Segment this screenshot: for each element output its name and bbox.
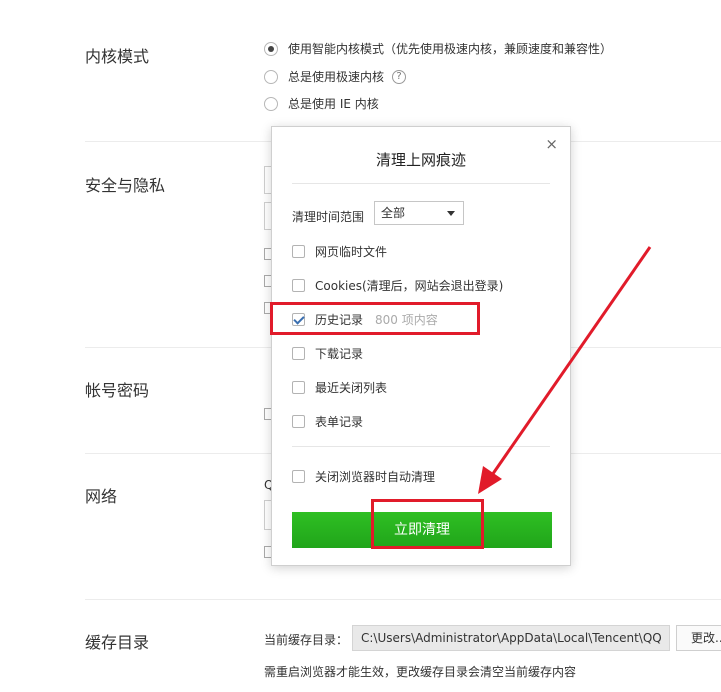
close-icon[interactable]: ×	[545, 135, 558, 153]
annotation-highlight-history	[270, 302, 480, 335]
option-auto-clean[interactable]: 关闭浏览器时自动清理	[292, 468, 435, 485]
radio-icon[interactable]	[264, 96, 278, 111]
checkbox-icon[interactable]	[292, 245, 305, 258]
cache-path-field[interactable]: C:\Users\Administrator\AppData\Local\Ten…	[352, 625, 670, 651]
section-network: 网络	[85, 487, 118, 506]
range-label: 清理时间范围	[292, 210, 365, 224]
kernel-option-label: 总是使用极速内核	[288, 70, 385, 84]
option-label: Cookies(清理后，网站会退出登录)	[315, 279, 504, 293]
section-security: 安全与隐私	[85, 176, 166, 195]
checkbox-icon[interactable]	[292, 415, 305, 428]
dialog-divider	[292, 446, 550, 447]
section-cache: 缓存目录	[85, 633, 150, 652]
kernel-option-smart[interactable]: 使用智能内核模式（优先使用极速内核，兼顾速度和兼容性）	[264, 40, 612, 57]
option-label: 下载记录	[315, 347, 364, 361]
caret-down-icon	[447, 211, 455, 216]
range-value: 全部	[381, 206, 406, 220]
option-label: 表单记录	[315, 415, 364, 429]
kernel-option-fast[interactable]: 总是使用极速内核 ?	[264, 68, 407, 85]
kernel-option-label: 总是使用 IE 内核	[288, 97, 379, 111]
option-label: 最近关闭列表	[315, 381, 388, 395]
change-cache-button[interactable]: 更改...	[676, 625, 721, 651]
checkbox-icon[interactable]	[292, 470, 305, 483]
option-cookies[interactable]: Cookies(清理后，网站会退出登录)	[292, 277, 503, 294]
checkbox-icon[interactable]	[292, 347, 305, 360]
option-downloads[interactable]: 下载记录	[292, 345, 363, 362]
help-icon[interactable]: ?	[392, 69, 407, 84]
option-label: 网页临时文件	[315, 245, 388, 259]
option-recently-closed[interactable]: 最近关闭列表	[292, 379, 387, 396]
radio-selected-icon[interactable]	[264, 41, 278, 56]
radio-icon[interactable]	[264, 69, 278, 84]
section-kernel-mode: 内核模式	[85, 47, 150, 66]
kernel-option-ie[interactable]: 总是使用 IE 内核	[264, 95, 379, 112]
checkbox-icon[interactable]	[292, 381, 305, 394]
option-temp-files[interactable]: 网页临时文件	[292, 243, 387, 260]
dialog-title: 清理上网痕迹	[375, 151, 466, 169]
checkbox-icon[interactable]	[292, 279, 305, 292]
kernel-option-label: 使用智能内核模式（优先使用极速内核，兼顾速度和兼容性）	[288, 42, 613, 56]
option-form-data[interactable]: 表单记录	[292, 413, 363, 430]
option-label: 关闭浏览器时自动清理	[315, 470, 436, 484]
annotation-highlight-clean-button	[371, 499, 484, 549]
cache-note: 需重启浏览器才能生效，更改缓存目录会清空当前缓存内容	[264, 665, 577, 679]
section-divider	[85, 599, 721, 600]
cache-current-label: 当前缓存目录：	[264, 633, 349, 647]
section-account: 帐号密码	[85, 381, 150, 400]
dialog-divider	[292, 183, 550, 184]
range-select[interactable]: 全部	[374, 201, 464, 225]
